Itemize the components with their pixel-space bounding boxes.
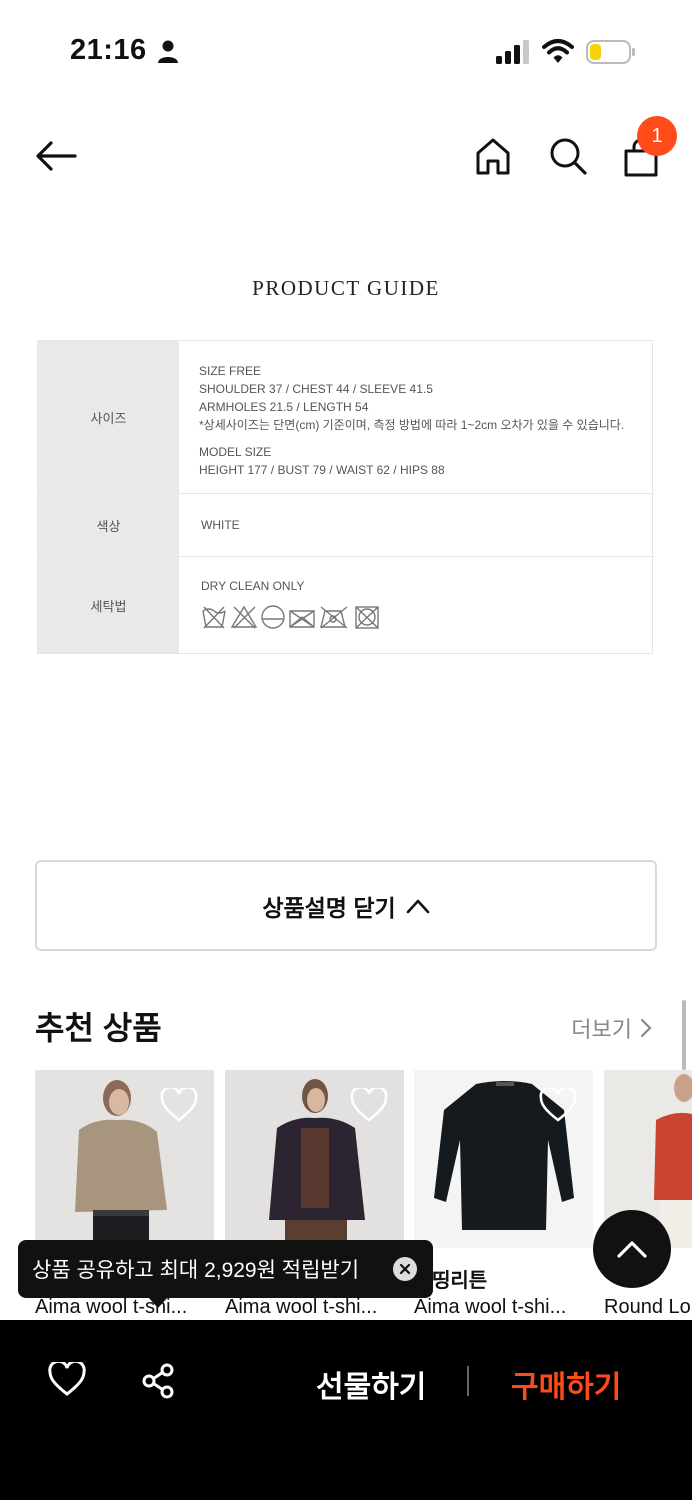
wishlist-heart-icon[interactable]	[539, 1088, 577, 1122]
color-label: 색상	[38, 494, 179, 556]
cellular-signal-icon	[496, 40, 529, 64]
product-card[interactable]: 띵리튼 Aima wool t-shi...	[414, 1070, 593, 1318]
product-card[interactable]: Aima wool t-shi...	[35, 1070, 214, 1318]
wishlist-heart-icon[interactable]	[160, 1088, 198, 1122]
recommended-title: 추천 상품	[35, 1010, 162, 1046]
size-note-text: *상세사이즈는 단면(cm) 기준이며, 측정 방법에 따라 1~2cm 오차가…	[199, 418, 625, 432]
product-name[interactable]: Round Lo	[604, 1296, 692, 1319]
size-label: 사이즈	[38, 341, 179, 493]
toast-text: 상품 공유하고 최대 2,929원 적립받기	[32, 1259, 360, 1282]
top-nav	[0, 100, 692, 210]
size-armholes-text: ARMHOLES 21.5 / LENGTH 54	[199, 400, 369, 414]
size-measure-text: SHOULDER 37 / CHEST 44 / SLEEVE 41.5	[199, 382, 433, 396]
home-icon[interactable]	[474, 136, 512, 176]
product-name[interactable]: Aima wool t-shi...	[35, 1296, 214, 1319]
wash-row: 세탁법 DRY CLEAN ONLY	[38, 557, 652, 653]
product-image[interactable]	[414, 1070, 593, 1248]
model-size-text: HEIGHT 177 / BUST 79 / WAIST 62 / HIPS 8…	[199, 463, 445, 477]
wishlist-heart-icon[interactable]	[350, 1088, 388, 1122]
more-link[interactable]: 더보기	[571, 1012, 652, 1044]
product-image[interactable]	[35, 1070, 214, 1248]
buy-button[interactable]: 구매하기	[511, 1362, 621, 1406]
more-label: 더보기	[571, 1017, 632, 1042]
chevron-up-icon	[617, 1241, 647, 1258]
person-icon	[158, 40, 178, 63]
back-arrow-icon[interactable]	[35, 140, 77, 172]
close-icon	[399, 1263, 411, 1275]
color-value: WHITE	[201, 518, 240, 532]
toast-close-button[interactable]	[393, 1257, 417, 1281]
wash-details: DRY CLEAN ONLY	[179, 557, 652, 653]
size-row: 사이즈 SIZE FREE SHOULDER 37 / CHEST 44 / S…	[38, 341, 652, 494]
gift-button[interactable]: 선물하기	[316, 1362, 426, 1406]
toast-pointer	[147, 1296, 169, 1308]
wishlist-heart-icon[interactable]	[48, 1362, 86, 1396]
bottom-bar-divider	[467, 1366, 469, 1396]
share-icon[interactable]	[140, 1363, 176, 1399]
color-row: 색상 WHITE	[38, 494, 652, 557]
close-description-label: 상품설명 닫기	[262, 894, 396, 921]
wash-label: 세탁법	[38, 557, 179, 653]
product-subtitle: 띵리튼	[432, 1270, 488, 1292]
product-name[interactable]: Aima wool t-shi...	[414, 1296, 593, 1319]
product-image[interactable]	[225, 1070, 404, 1248]
scrollbar[interactable]	[682, 1000, 686, 1070]
share-reward-toast: 상품 공유하고 최대 2,929원 적립받기	[18, 1240, 433, 1298]
battery-icon	[586, 40, 635, 64]
cart-count-badge: 1	[637, 116, 677, 156]
status-bar: 21:16	[0, 0, 692, 100]
chevron-right-icon	[640, 1018, 652, 1038]
scroll-to-top-button[interactable]	[593, 1210, 671, 1288]
product-guide-table: 사이즈 SIZE FREE SHOULDER 37 / CHEST 44 / S…	[37, 340, 653, 654]
model-size-heading: MODEL SIZE	[199, 445, 272, 459]
bottom-action-bar: 선물하기 구매하기	[0, 1320, 692, 1500]
laundry-care-icons	[202, 605, 379, 629]
size-details: SIZE FREE SHOULDER 37 / CHEST 44 / SLEEV…	[179, 341, 652, 493]
close-description-button[interactable]: 상품설명 닫기	[35, 860, 657, 951]
product-guide-title: PRODUCT GUIDE	[252, 276, 440, 300]
product-card[interactable]: Aima wool t-shi...	[225, 1070, 404, 1318]
product-name[interactable]: Aima wool t-shi...	[225, 1296, 404, 1319]
status-time: 21:16	[70, 34, 147, 66]
wifi-icon	[542, 39, 574, 63]
wash-value: DRY CLEAN ONLY	[201, 579, 305, 593]
chevron-up-icon	[406, 899, 429, 913]
size-free-text: SIZE FREE	[199, 364, 262, 378]
search-icon[interactable]	[548, 136, 588, 176]
